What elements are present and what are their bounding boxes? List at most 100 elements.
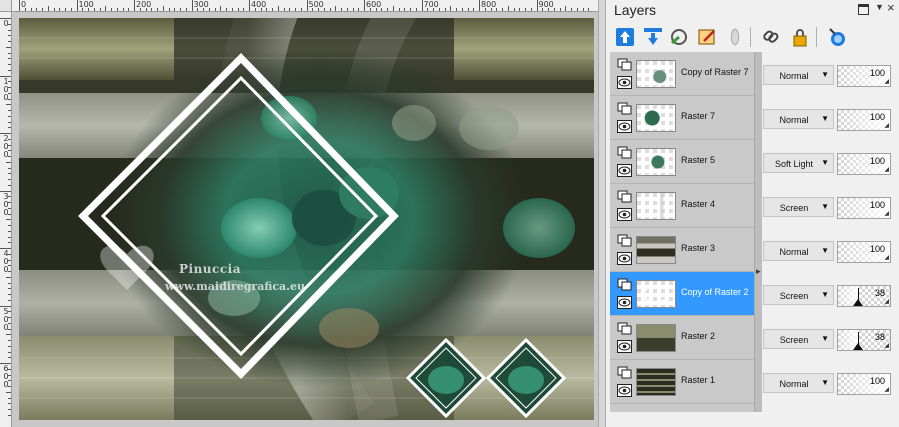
opacity-slider[interactable]: 38 ◢: [837, 285, 891, 307]
lock-icon[interactable]: [789, 25, 811, 49]
ruler-minor-tick: [8, 87, 11, 88]
layer-list-scrollbar[interactable]: ▸: [754, 52, 762, 412]
blend-mode-value: Screen: [779, 203, 809, 213]
ruler-minor-tick: [502, 8, 503, 11]
ruler-minor-tick: [6, 161, 11, 163]
blend-mode-dropdown[interactable]: Normal ▼: [763, 65, 834, 85]
ruler-minor-tick: [128, 8, 130, 11]
layer-thumbnail[interactable]: [636, 60, 676, 88]
visibility-eye-icon[interactable]: [617, 120, 632, 133]
ruler-minor-tick: [277, 6, 279, 11]
ruler-minor-tick: [180, 8, 181, 11]
opacity-slider[interactable]: 100 ◢: [837, 65, 891, 87]
edit-selection-icon[interactable]: [696, 25, 718, 49]
ruler-minor-tick: [272, 8, 273, 11]
layer-thumbnail[interactable]: [636, 280, 676, 308]
ruler-minor-tick: [145, 8, 147, 11]
opacity-slider-handle[interactable]: [852, 343, 863, 350]
chevron-down-icon[interactable]: ▼: [875, 2, 884, 12]
visibility-eye-icon[interactable]: [617, 208, 632, 221]
blend-mode-dropdown[interactable]: Soft Light ▼: [763, 153, 834, 173]
visibility-eye-icon[interactable]: [617, 340, 632, 353]
ruler-minor-tick: [8, 35, 11, 37]
watermark-name: Pinuccia: [179, 262, 241, 276]
layer-group-icon[interactable]: [617, 102, 632, 115]
layer-row[interactable]: Raster 3: [610, 228, 758, 272]
ruler-minor-tick: [375, 8, 377, 11]
chevron-down-icon: ▼: [821, 202, 829, 211]
layer-row[interactable]: Raster 2: [610, 316, 758, 360]
layer-group-icon[interactable]: [617, 278, 632, 291]
layer-name[interactable]: Raster 5: [681, 155, 715, 165]
opacity-slider[interactable]: 38 ◢: [837, 329, 891, 351]
layer-name[interactable]: Raster 1: [681, 375, 715, 385]
layer-name[interactable]: Raster 2: [681, 331, 715, 341]
layer-thumbnail[interactable]: [636, 148, 676, 176]
image-canvas[interactable]: Pinuccia www.maidiregrafica.eu: [19, 18, 594, 420]
close-icon[interactable]: ×: [887, 0, 895, 15]
move-layer-up-icon[interactable]: [614, 25, 636, 49]
ruler-minor-tick: [548, 8, 549, 11]
opacity-slider-handle[interactable]: [852, 299, 863, 306]
layer-row[interactable]: Raster 7: [610, 96, 758, 140]
blend-mode-dropdown[interactable]: Screen ▼: [763, 329, 834, 349]
layer-thumbnail[interactable]: [636, 192, 676, 220]
layer-thumbnail[interactable]: [636, 368, 676, 396]
blend-mode-dropdown[interactable]: Screen ▼: [763, 285, 834, 305]
chevron-down-icon: ▼: [821, 70, 829, 79]
layer-name[interactable]: Copy of Raster 7: [681, 67, 749, 77]
opacity-slider[interactable]: 100 ◢: [837, 373, 891, 395]
layer-row[interactable]: Raster 4: [610, 184, 758, 228]
layer-group-icon[interactable]: [617, 190, 632, 203]
ruler-minor-tick: [8, 242, 11, 244]
blend-mode-dropdown[interactable]: Normal ▼: [763, 373, 834, 393]
ruler-minor-tick: [8, 81, 11, 83]
layer-row[interactable]: Copy of Raster 2: [610, 272, 758, 316]
opacity-slider[interactable]: 100 ◢: [837, 109, 891, 131]
properties-icon[interactable]: [826, 25, 848, 49]
layer-thumbnail[interactable]: [636, 236, 676, 264]
mask-icon[interactable]: [724, 25, 746, 49]
opacity-value: 100: [869, 156, 885, 166]
layer-name[interactable]: Raster 3: [681, 243, 715, 253]
layer-group-icon[interactable]: [617, 234, 632, 247]
resize-corner-icon: ◢: [884, 79, 889, 85]
blend-mode-dropdown[interactable]: Normal ▼: [763, 109, 834, 129]
layer-thumbnail[interactable]: [636, 104, 676, 132]
layer-name[interactable]: Raster 4: [681, 199, 715, 209]
resize-corner-icon: ◢: [884, 255, 889, 261]
layer-row[interactable]: Raster 5: [610, 140, 758, 184]
blend-mode-dropdown[interactable]: Normal ▼: [763, 241, 834, 261]
move-layer-down-icon[interactable]: [642, 25, 664, 49]
layer-name[interactable]: Copy of Raster 2: [681, 287, 749, 297]
ruler-minor-tick: [559, 8, 561, 11]
layer-group-icon[interactable]: [617, 366, 632, 379]
new-raster-layer-icon[interactable]: [668, 25, 690, 49]
ruler-minor-tick: [203, 8, 204, 11]
ruler-minor-tick: [392, 6, 394, 11]
link-icon[interactable]: [760, 25, 782, 49]
visibility-eye-icon[interactable]: [617, 296, 632, 309]
layer-group-icon[interactable]: [617, 58, 632, 71]
ruler-minor-tick: [8, 409, 11, 410]
layer-row[interactable]: Copy of Raster 7: [610, 52, 758, 96]
opacity-slider[interactable]: 100 ◢: [837, 197, 891, 219]
ruler-minor-tick: [8, 92, 11, 94]
toolbar-separator: [750, 27, 751, 47]
opacity-slider[interactable]: 100 ◢: [837, 241, 891, 263]
ruler-minor-tick: [151, 8, 153, 11]
layer-name[interactable]: Raster 7: [681, 111, 715, 121]
opacity-slider[interactable]: 100 ◢: [837, 153, 891, 175]
maximize-icon[interactable]: [858, 4, 869, 15]
layer-group-icon[interactable]: [617, 322, 632, 335]
visibility-eye-icon[interactable]: [617, 76, 632, 89]
visibility-eye-icon[interactable]: [617, 384, 632, 397]
panel-splitter[interactable]: [598, 0, 606, 427]
ruler-minor-tick: [8, 294, 11, 295]
visibility-eye-icon[interactable]: [617, 164, 632, 177]
layer-thumbnail[interactable]: [636, 324, 676, 352]
visibility-eye-icon[interactable]: [617, 252, 632, 265]
layer-row[interactable]: Raster 1: [610, 360, 758, 404]
blend-mode-dropdown[interactable]: Screen ▼: [763, 197, 834, 217]
layer-group-icon[interactable]: [617, 146, 632, 159]
